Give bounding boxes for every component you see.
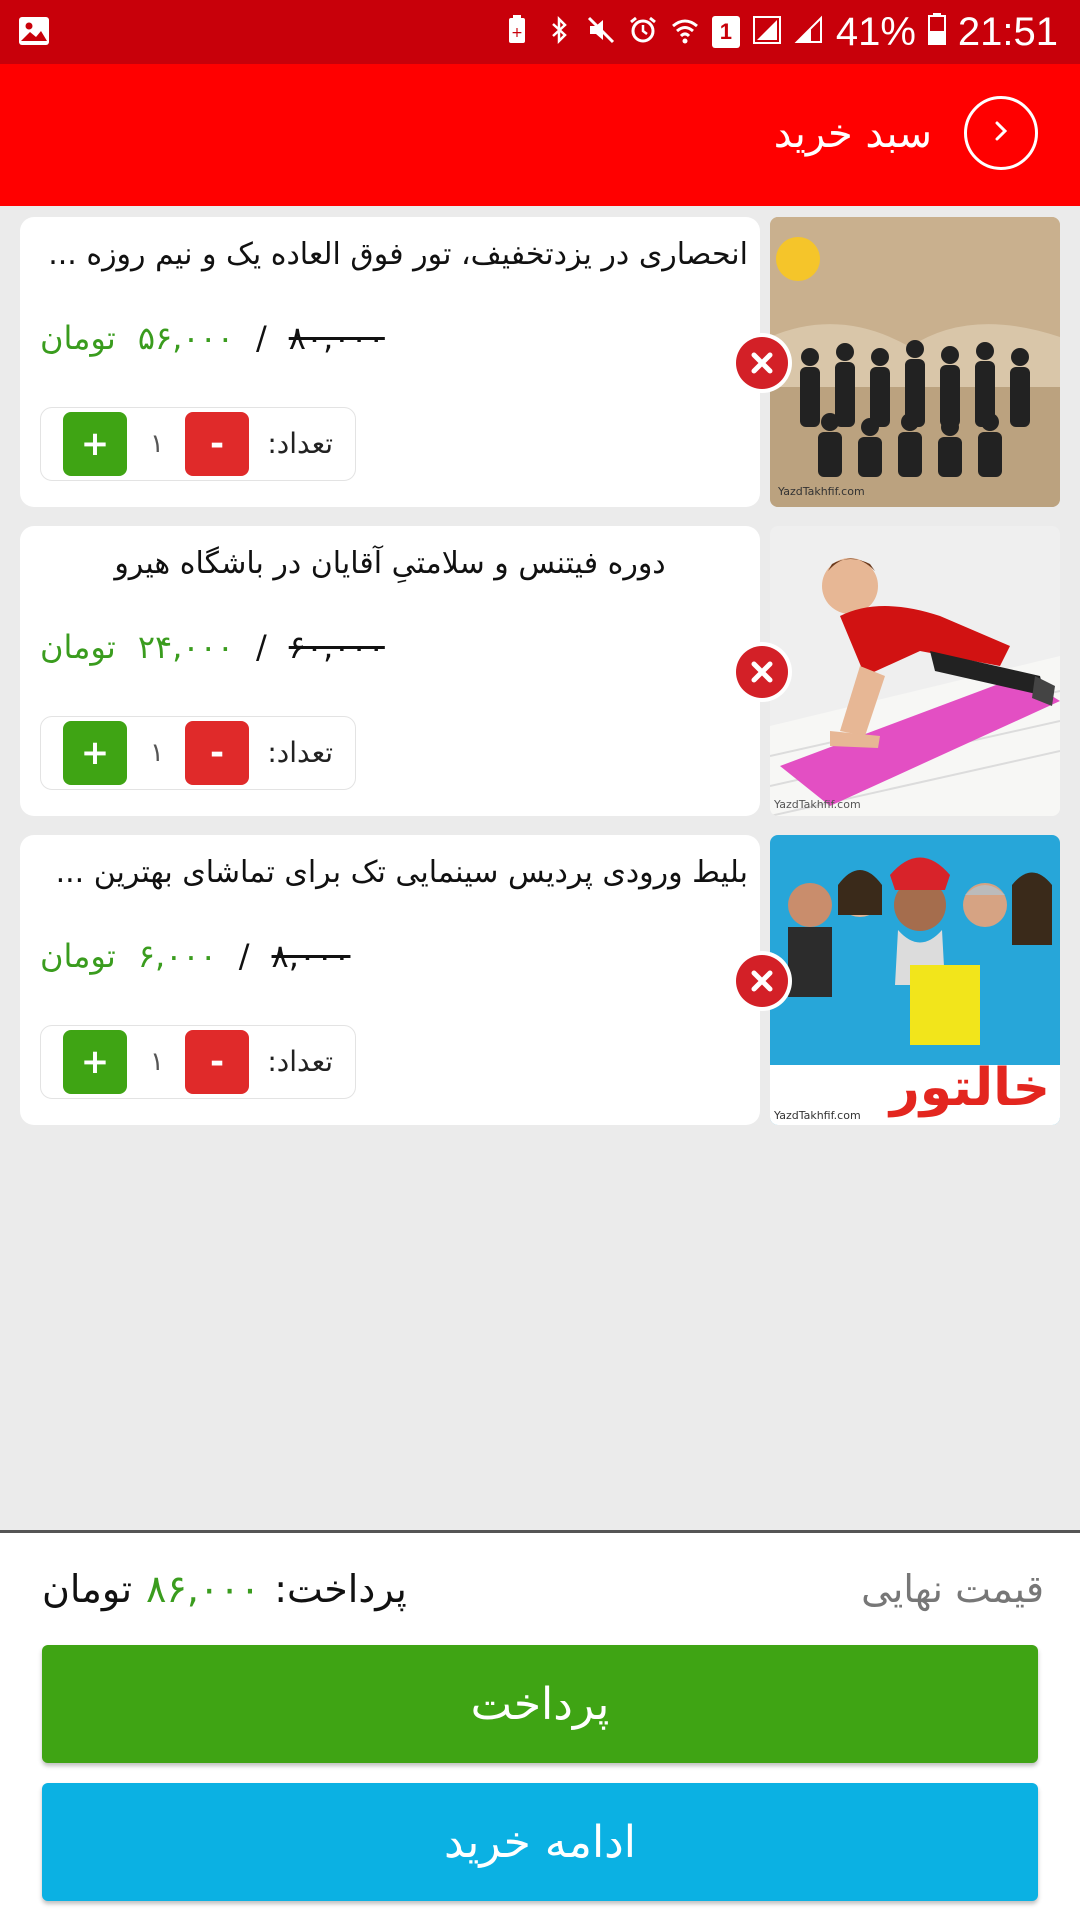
sim-icon: 1	[711, 16, 740, 48]
remove-item-button[interactable]	[732, 642, 792, 702]
quantity-label: تعداد:	[267, 736, 333, 769]
continue-shopping-button[interactable]: ادامه خرید	[42, 1783, 1038, 1901]
alarm-icon	[628, 10, 658, 55]
payment-currency: تومان	[42, 1567, 133, 1611]
app-bar: سبد خرید	[0, 64, 1080, 206]
back-button[interactable]	[964, 96, 1038, 170]
currency: تومان	[40, 319, 116, 357]
increase-quantity-button[interactable]: +	[63, 412, 127, 476]
decrease-quantity-button[interactable]: -	[185, 1030, 249, 1094]
decrease-quantity-button[interactable]: -	[185, 721, 249, 785]
increase-quantity-button[interactable]: +	[63, 1030, 127, 1094]
page-title: سبد خرید	[773, 111, 932, 157]
increase-quantity-button[interactable]: +	[63, 721, 127, 785]
gallery-notification-icon	[18, 16, 50, 50]
signal-2-icon	[794, 10, 824, 55]
quantity-value: ۱	[150, 429, 164, 459]
quantity-value: ۱	[150, 1047, 164, 1077]
cart-item-card: دوره فیتنس و سلامتیِ آقایان در باشگاه هی…	[20, 526, 760, 816]
old-price: ۸,۰۰۰	[271, 937, 351, 975]
battery-saver-icon: +	[502, 10, 532, 55]
mute-icon	[586, 10, 616, 55]
decrease-quantity-button[interactable]: -	[185, 412, 249, 476]
battery-icon	[927, 10, 946, 55]
pay-button[interactable]: پرداخت	[42, 1645, 1038, 1763]
quantity-label: تعداد:	[267, 1045, 333, 1078]
status-bar: + 1 41% 21:51	[0, 0, 1080, 64]
battery-percent: 41%	[835, 10, 916, 54]
old-price: ۸۰,۰۰۰	[288, 319, 385, 357]
cart-item: بلیط ورودی پردیس سینمایی تک برای تماشای …	[20, 835, 1060, 1125]
image-watermark: YazdTakhfif.com	[773, 1109, 861, 1122]
price-separator: /	[255, 628, 267, 666]
new-price: ۲۴,۰۰۰	[137, 628, 234, 666]
price-separator: /	[255, 319, 267, 357]
currency: تومان	[40, 628, 116, 666]
quantity-stepper: + ۱ - تعداد:	[40, 1025, 356, 1099]
quantity-value: ۱	[150, 738, 164, 768]
remove-item-button[interactable]	[732, 951, 792, 1011]
image-watermark: YazdTakhfif.com	[773, 798, 861, 811]
cart-item: انحصاری در یزدتخفیف، تور فوق العاده یک و…	[20, 217, 1060, 507]
item-title[interactable]: انحصاری در یزدتخفیف، تور فوق العاده یک و…	[48, 233, 748, 277]
chevron-right-icon	[987, 117, 1015, 149]
old-price: ۶۰,۰۰۰	[288, 628, 385, 666]
wifi-icon	[670, 10, 700, 55]
price-row: تومان ۶,۰۰۰ / ۸,۰۰۰	[40, 931, 350, 981]
payment-amount: ۸۶,۰۰۰	[146, 1567, 261, 1611]
checkout-footer: قیمت نهایی تومان ۸۶,۰۰۰ پرداخت: پرداخت ا…	[0, 1530, 1080, 1923]
currency: تومان	[40, 937, 116, 975]
item-title[interactable]: دوره فیتنس و سلامتیِ آقایان در باشگاه هی…	[40, 542, 740, 586]
item-title[interactable]: بلیط ورودی پردیس سینمایی تک برای تماشای …	[48, 851, 748, 895]
close-icon	[736, 337, 788, 389]
product-image[interactable]: خالتور YazdTakhfif.com	[770, 835, 1060, 1125]
cart-item: دوره فیتنس و سلامتیِ آقایان در باشگاه هی…	[20, 526, 1060, 816]
payment-total: تومان ۸۶,۰۰۰ پرداخت:	[42, 1567, 407, 1611]
price-row: تومان ۲۴,۰۰۰ / ۶۰,۰۰۰	[40, 622, 385, 672]
new-price: ۶,۰۰۰	[137, 937, 217, 975]
signal-icon	[752, 10, 782, 55]
image-watermark: YazdTakhfif.com	[777, 485, 865, 498]
cart-item-card: انحصاری در یزدتخفیف، تور فوق العاده یک و…	[20, 217, 760, 507]
price-separator: /	[238, 937, 250, 975]
cart-item-card: بلیط ورودی پردیس سینمایی تک برای تماشای …	[20, 835, 760, 1125]
price-row: تومان ۵۶,۰۰۰ / ۸۰,۰۰۰	[40, 313, 385, 363]
quantity-stepper: + ۱ - تعداد:	[40, 716, 356, 790]
poster-title: خالتور	[887, 1058, 1050, 1118]
quantity-label: تعداد:	[267, 427, 333, 460]
new-price: ۵۶,۰۰۰	[137, 319, 234, 357]
remove-item-button[interactable]	[732, 333, 792, 393]
payment-label: پرداخت:	[274, 1567, 407, 1611]
svg-text:+: +	[511, 25, 523, 41]
product-image[interactable]: YazdTakhfif.com	[770, 217, 1060, 507]
clock: 21:51	[957, 10, 1058, 54]
bluetooth-icon	[544, 10, 574, 55]
close-icon	[736, 955, 788, 1007]
close-icon	[736, 646, 788, 698]
quantity-stepper: + ۱ - تعداد:	[40, 407, 356, 481]
sim-number: 1	[719, 19, 732, 44]
product-image[interactable]: YazdTakhfif.com	[770, 526, 1060, 816]
final-price-label: قیمت نهایی	[861, 1567, 1044, 1611]
